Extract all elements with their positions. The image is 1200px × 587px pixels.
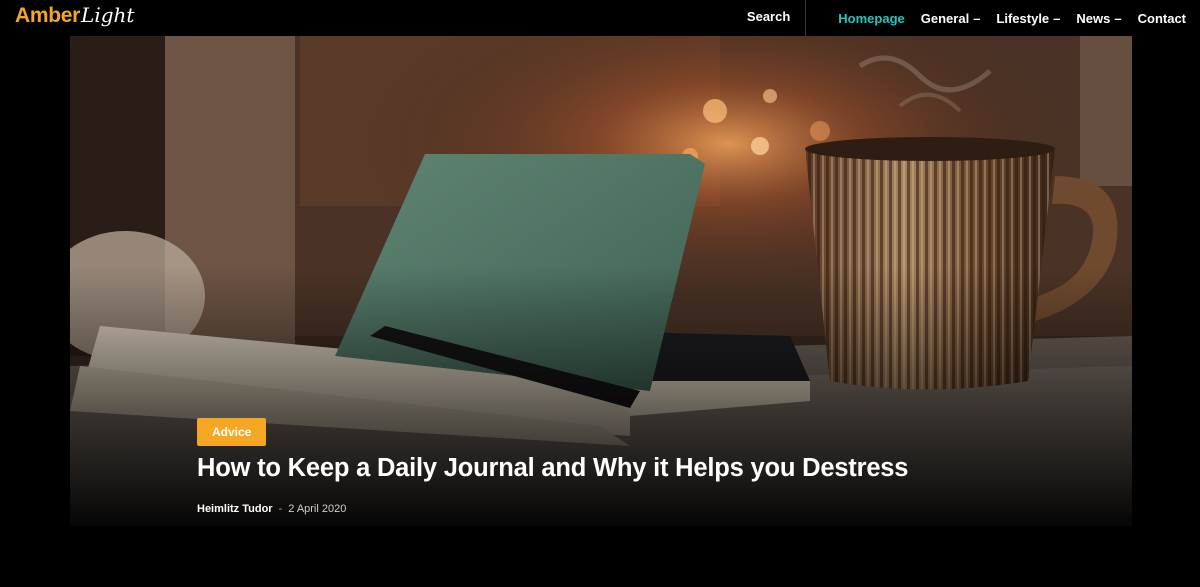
main-nav: Search Homepage General – Lifestyle – Ne… <box>747 0 1186 36</box>
nav-item-lifestyle[interactable]: Lifestyle – <box>996 11 1060 26</box>
meta-separator: - <box>278 503 283 515</box>
dropdown-dash-icon: – <box>1053 10 1061 26</box>
logo-light-text: Light <box>81 3 135 27</box>
featured-post-hero[interactable]: Advice How to Keep a Daily Journal and W… <box>70 36 1132 526</box>
nav-item-label: News <box>1076 10 1111 26</box>
post-meta: Heimlitz Tudor - 2 April 2020 <box>197 503 346 515</box>
post-date: 2 April 2020 <box>288 503 347 515</box>
dropdown-dash-icon: – <box>1114 10 1122 26</box>
nav-item-label: General <box>920 10 970 26</box>
post-author[interactable]: Heimlitz Tudor <box>197 503 273 515</box>
logo-amber-text: Amber <box>15 4 81 27</box>
site-header: Amber Light Search Homepage General – Li… <box>0 0 1200 36</box>
nav-search-link[interactable]: Search <box>747 0 807 36</box>
nav-item-label: Lifestyle <box>996 10 1050 26</box>
site-logo[interactable]: Amber Light <box>15 3 134 33</box>
post-title[interactable]: How to Keep a Daily Journal and Why it H… <box>197 454 908 483</box>
category-badge[interactable]: Advice <box>197 418 267 446</box>
nav-item-news[interactable]: News – <box>1076 11 1121 26</box>
nav-item-homepage[interactable]: Homepage <box>838 11 904 26</box>
nav-item-general[interactable]: General – <box>921 11 981 26</box>
hero-gradient-overlay <box>70 266 1132 526</box>
nav-item-label: Contact <box>1137 10 1186 26</box>
dropdown-dash-icon: – <box>973 10 981 26</box>
nav-item-contact[interactable]: Contact <box>1138 11 1186 26</box>
nav-item-label: Homepage <box>838 10 905 26</box>
